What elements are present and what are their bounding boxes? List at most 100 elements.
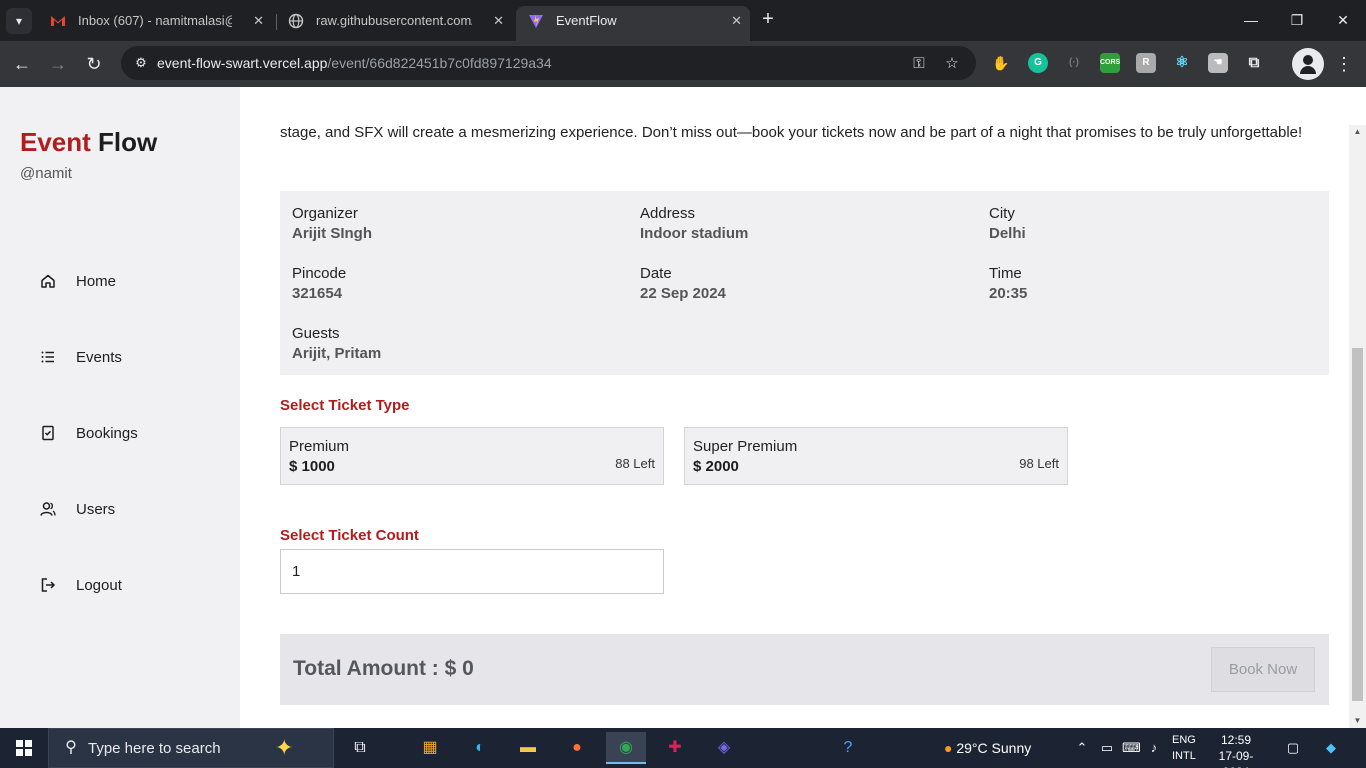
tab-title: EventFlow bbox=[556, 13, 617, 28]
tab-github-raw[interactable]: raw.githubusercontent.com/namit ✕ bbox=[276, 6, 512, 41]
windows-taskbar: ⚲ Type here to search ✦ ⧉ ▦ ◐ ▬ ● ◉ ✚ ◈ … bbox=[0, 728, 1366, 768]
url-path: /event/66d822451b7c0fd897129a34 bbox=[327, 55, 552, 71]
start-button[interactable] bbox=[0, 728, 48, 768]
back-button[interactable]: ← bbox=[9, 51, 35, 77]
sidebar-item-label: Logout bbox=[76, 576, 122, 594]
pincode-field: Pincode 321654 bbox=[292, 265, 346, 305]
sidebar-item-label: Users bbox=[76, 500, 116, 518]
store-icon[interactable]: ▦ bbox=[410, 732, 450, 764]
close-icon[interactable]: ✕ bbox=[731, 6, 742, 35]
profile-avatar[interactable] bbox=[1292, 48, 1324, 80]
sidebar-item-logout[interactable]: Logout bbox=[38, 567, 208, 603]
sun-icon: ● bbox=[944, 740, 953, 756]
bookmark-star-icon[interactable]: ☆ bbox=[942, 54, 962, 74]
weather-text: 29°C Sunny bbox=[956, 740, 1032, 756]
event-description: stage, and SFX will create a mesmerizing… bbox=[280, 124, 1303, 141]
address-value: Indoor stadium bbox=[640, 225, 749, 242]
gmail-icon bbox=[51, 16, 65, 26]
edge-icon[interactable]: ◐ bbox=[460, 732, 500, 764]
ticket-count-input[interactable] bbox=[280, 549, 664, 594]
time-value: 20:35 bbox=[989, 285, 1028, 302]
brand-logo[interactable]: Event Flow bbox=[20, 127, 157, 158]
address-field: Address Indoor stadium bbox=[640, 205, 748, 245]
ticket-remaining: 98 Left bbox=[1019, 456, 1059, 471]
extension-r-icon[interactable]: R bbox=[1136, 53, 1156, 73]
chrome-icon[interactable]: ◉ bbox=[606, 732, 646, 764]
guests-label: Guests bbox=[292, 325, 340, 342]
sidebar-item-events[interactable]: Events bbox=[38, 339, 208, 375]
vite-icon bbox=[529, 15, 543, 28]
ticket-option-super-premium[interactable]: Super Premium $ 2000 98 Left bbox=[684, 427, 1068, 485]
book-now-button[interactable]: Book Now bbox=[1211, 647, 1315, 692]
brand-word-1: Event bbox=[20, 127, 91, 157]
copilot-icon[interactable]: ◆ bbox=[1322, 738, 1340, 758]
extension-generic-icon[interactable]: (·) bbox=[1064, 53, 1084, 73]
site-info-icon[interactable]: ⚙ bbox=[130, 52, 152, 74]
pincode-label: Pincode bbox=[292, 265, 347, 282]
sidebar-item-bookings[interactable]: Bookings bbox=[38, 415, 208, 451]
help-icon[interactable]: ? bbox=[828, 732, 868, 764]
slack-icon[interactable]: ✚ bbox=[655, 732, 695, 764]
ticket-option-premium[interactable]: Premium $ 1000 88 Left bbox=[280, 427, 664, 485]
restore-button[interactable]: ❐ bbox=[1274, 0, 1320, 40]
extensions-puzzle-icon[interactable]: ⧉ bbox=[1244, 53, 1264, 73]
url-text[interactable]: event-flow-swart.vercel.app/event/66d822… bbox=[157, 55, 552, 71]
firefox-icon[interactable]: ● bbox=[557, 732, 597, 764]
password-key-icon[interactable]: ⚿ bbox=[909, 54, 929, 74]
tab-gmail[interactable]: Inbox (607) - namitmalasi@gmail.com ✕ bbox=[38, 6, 272, 41]
list-icon bbox=[38, 347, 58, 367]
scroll-up-icon[interactable]: ▲ bbox=[1349, 125, 1366, 139]
notifications-icon[interactable]: ▢ bbox=[1284, 738, 1302, 758]
weather-widget[interactable]: ● 29°C Sunny bbox=[944, 734, 1031, 762]
task-view-icon[interactable]: ⧉ bbox=[340, 732, 380, 764]
url-host: event-flow-swart.vercel.app bbox=[157, 55, 328, 71]
guests-field: Guests Arijit, Pritam bbox=[292, 325, 381, 365]
lang-secondary: INTL bbox=[1172, 750, 1196, 762]
browser-menu-icon[interactable]: ⋮ bbox=[1334, 51, 1354, 77]
language-indicator[interactable]: ENG INTL bbox=[1172, 732, 1196, 764]
page-scrollbar[interactable]: ▲ ▼ bbox=[1349, 125, 1366, 728]
forward-button[interactable]: → bbox=[45, 51, 71, 77]
globe-icon bbox=[288, 13, 304, 29]
search-icon: ⚲ bbox=[65, 739, 77, 756]
new-tab-button[interactable]: + bbox=[757, 8, 779, 32]
browser-toolbar: ← → ↻ ⚙ event-flow-swart.vercel.app/even… bbox=[0, 41, 1366, 87]
lang-primary: ENG bbox=[1172, 734, 1196, 746]
close-icon[interactable]: ✕ bbox=[493, 6, 504, 35]
extension-hand-icon[interactable]: ✋ bbox=[991, 53, 1011, 73]
minimize-button[interactable]: — bbox=[1228, 0, 1274, 40]
tab-search-button[interactable]: ▾ bbox=[6, 8, 32, 34]
tab-eventflow[interactable]: EventFlow ✕ bbox=[516, 6, 750, 41]
copilot-sparkle-icon[interactable]: ✦ bbox=[275, 735, 293, 761]
user-handle: @namit bbox=[20, 165, 72, 182]
page-viewport: Event Flow @namit Home Events Bookings U… bbox=[0, 87, 1366, 728]
grammarly-icon[interactable]: G bbox=[1028, 53, 1048, 73]
extension-hand2-icon[interactable]: ☚ bbox=[1208, 53, 1228, 73]
event-info-card: Organizer Arijit SIngh Address Indoor st… bbox=[280, 191, 1329, 375]
network-icon[interactable]: ▭ bbox=[1098, 738, 1116, 758]
taskbar-clock[interactable]: 12:59 17-09-2024 bbox=[1206, 732, 1266, 768]
reload-button[interactable]: ↻ bbox=[81, 51, 107, 77]
sidebar-item-users[interactable]: Users bbox=[38, 491, 208, 527]
ticket-price: $ 1000 bbox=[289, 458, 335, 475]
tab-title: Inbox (607) - namitmalasi@gmail.com bbox=[78, 13, 232, 28]
city-value: Delhi bbox=[989, 225, 1026, 242]
ime-icon[interactable]: ⌨ bbox=[1122, 738, 1141, 758]
scroll-thumb[interactable] bbox=[1352, 348, 1363, 701]
date-label: Date bbox=[640, 265, 672, 282]
react-devtools-icon[interactable]: ⚛ bbox=[1172, 53, 1192, 73]
discord-icon[interactable]: ◈ bbox=[704, 732, 744, 764]
address-bar[interactable]: ⚙ event-flow-swart.vercel.app/event/66d8… bbox=[121, 46, 976, 80]
taskbar-search[interactable]: ⚲ Type here to search ✦ bbox=[48, 728, 334, 768]
tray-chevron-icon[interactable]: ⌃ bbox=[1073, 738, 1091, 758]
close-window-button[interactable]: ✕ bbox=[1320, 0, 1366, 40]
scroll-down-icon[interactable]: ▼ bbox=[1349, 714, 1366, 728]
volume-icon[interactable]: ♪ bbox=[1145, 738, 1163, 758]
booking-icon bbox=[38, 423, 58, 443]
cors-icon[interactable]: CORS bbox=[1100, 53, 1120, 73]
organizer-field: Organizer Arijit SIngh bbox=[292, 205, 372, 245]
sidebar-item-home[interactable]: Home bbox=[38, 263, 208, 299]
file-explorer-icon[interactable]: ▬ bbox=[508, 732, 548, 764]
close-icon[interactable]: ✕ bbox=[253, 6, 264, 35]
city-label: City bbox=[989, 205, 1015, 222]
